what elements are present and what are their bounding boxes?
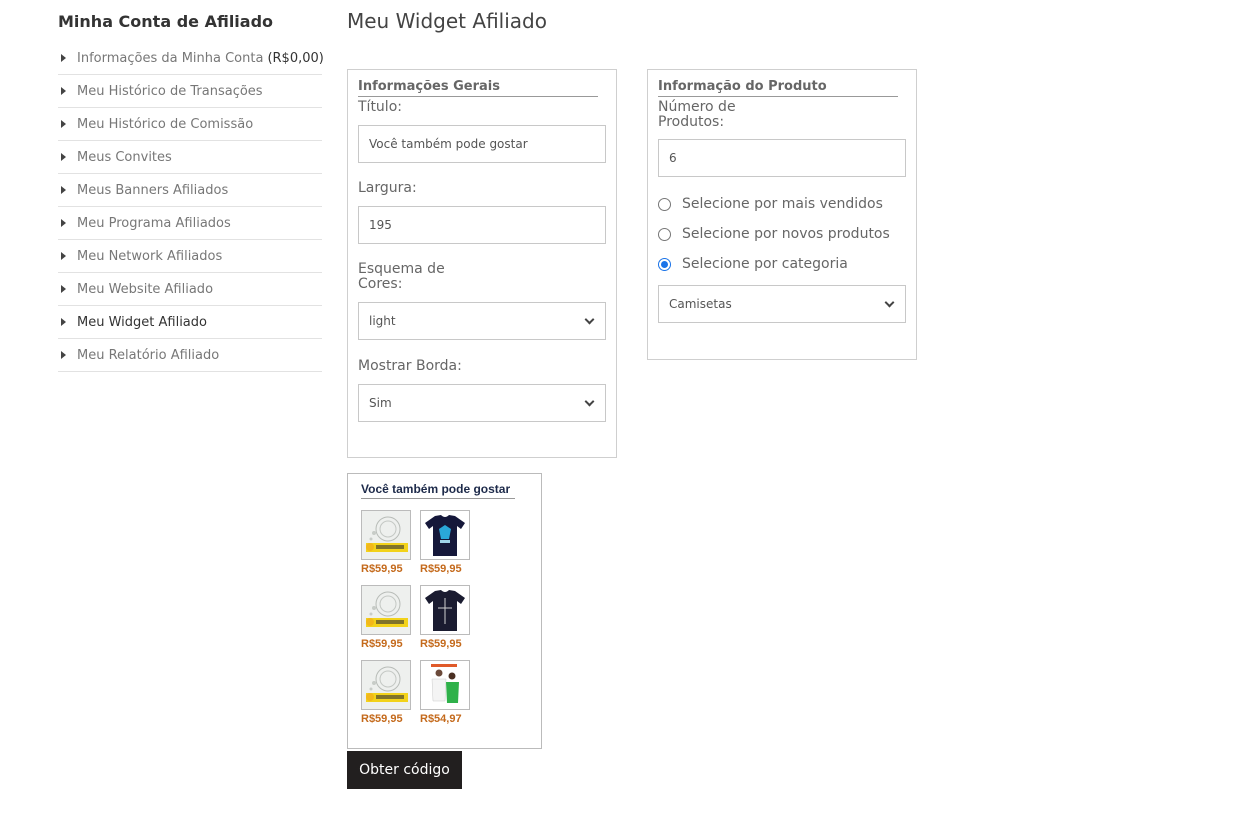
product-price: R$54,97 <box>420 713 462 725</box>
chevron-down-icon <box>584 314 595 324</box>
sidebar-item-account-info[interactable]: Informações da Minha Conta (R$0,00) <box>58 42 324 75</box>
radio-button[interactable] <box>658 257 671 271</box>
widget-preview: Você também pode gostar R$59,95 R$59,95 … <box>347 473 542 749</box>
account-balance: (R$0,00) <box>267 50 324 66</box>
radio-label: Selecione por categoria <box>682 256 848 272</box>
caret-right-icon <box>61 54 66 62</box>
width-input[interactable] <box>358 206 606 244</box>
widget-title: Você também pode gostar <box>361 482 515 499</box>
caret-right-icon <box>61 219 66 227</box>
product-count-label-line2: Produtos: <box>658 114 725 130</box>
product-count-label-line1: Número de <box>658 99 736 115</box>
radio-new-products[interactable]: Selecione por novos produtos <box>658 219 906 249</box>
caret-right-icon <box>61 351 66 359</box>
radio-best-sellers[interactable]: Selecione por mais vendidos <box>658 189 906 219</box>
affiliate-sidebar: Minha Conta de Afiliado Informações da M… <box>58 10 324 372</box>
sidebar-item-label: Meu Histórico de Comissão <box>77 116 254 132</box>
title-input[interactable] <box>358 125 606 163</box>
category-value: Camisetas <box>669 297 732 311</box>
widget-product[interactable]: R$54,97 <box>420 660 479 726</box>
placeholder-image[interactable] <box>361 660 411 710</box>
show-border-label: Mostrar Borda: <box>358 358 462 374</box>
general-info-legend: Informações Gerais <box>358 79 598 97</box>
sidebar-item-widget[interactable]: Meu Widget Afiliado <box>58 306 322 339</box>
sidebar-item-label: Meus Convites <box>77 149 172 165</box>
caret-right-icon <box>61 186 66 194</box>
sidebar-item-transactions[interactable]: Meu Histórico de Transações <box>58 75 322 108</box>
sidebar-item-label: Meu Network Afiliados <box>77 248 223 264</box>
placeholder-image[interactable] <box>361 585 411 635</box>
chevron-down-icon <box>584 396 595 406</box>
show-border-select[interactable]: Sim <box>358 384 606 422</box>
sidebar-item-label: Meu Relatório Afiliado <box>77 347 220 363</box>
product-count-input[interactable] <box>658 139 906 177</box>
product-price: R$59,95 <box>361 713 403 725</box>
product-price: R$59,95 <box>420 638 462 650</box>
navy-tshirt-image[interactable] <box>420 510 470 560</box>
couple-tshirt-image[interactable] <box>420 660 470 710</box>
product-info-fieldset: Informação do Produto Número de Produtos… <box>647 69 917 360</box>
navy-tshirt-image[interactable] <box>420 585 470 635</box>
widget-product[interactable]: R$59,95 <box>361 660 420 726</box>
sidebar-item-label: Meus Banners Afiliados <box>77 182 229 198</box>
product-price: R$59,95 <box>361 563 403 575</box>
sidebar-item-banners[interactable]: Meus Banners Afiliados <box>58 174 322 207</box>
radio-button[interactable] <box>658 227 671 241</box>
get-code-button[interactable]: Obter código <box>347 751 462 789</box>
sidebar-item-invites[interactable]: Meus Convites <box>58 141 322 174</box>
caret-right-icon <box>61 252 66 260</box>
widget-product[interactable]: R$59,95 <box>361 585 420 651</box>
widget-product[interactable]: R$59,95 <box>361 510 420 576</box>
product-info-legend: Informação do Produto <box>658 79 898 97</box>
radio-label: Selecione por mais vendidos <box>682 196 883 212</box>
sidebar-item-label: Meu Website Afiliado <box>77 281 214 297</box>
caret-right-icon <box>61 318 66 326</box>
widget-product[interactable]: R$59,95 <box>420 510 479 576</box>
product-price: R$59,95 <box>361 638 403 650</box>
caret-right-icon <box>61 153 66 161</box>
sidebar-menu: Informações da Minha Conta (R$0,00) Meu … <box>58 42 324 372</box>
radio-button[interactable] <box>658 197 671 211</box>
color-scheme-label: Esquema de Cores: <box>358 262 606 292</box>
widget-product-grid: R$59,95 R$59,95 R$59,95 R$59,95 R$59,95 … <box>361 510 528 726</box>
placeholder-image[interactable] <box>361 510 411 560</box>
caret-right-icon <box>61 285 66 293</box>
color-scheme-value: light <box>369 314 396 328</box>
caret-right-icon <box>61 87 66 95</box>
title-label: Título: <box>358 99 402 115</box>
sidebar-item-label: Informações da Minha Conta <box>77 50 264 66</box>
radio-label: Selecione por novos produtos <box>682 226 890 242</box>
color-scheme-select[interactable]: light <box>358 302 606 340</box>
sidebar-item-report[interactable]: Meu Relatório Afiliado <box>58 339 322 372</box>
selection-radio-group: Selecione por mais vendidos Selecione po… <box>658 189 906 279</box>
sidebar-item-commission[interactable]: Meu Histórico de Comissão <box>58 108 322 141</box>
caret-right-icon <box>61 120 66 128</box>
sidebar-title: Minha Conta de Afiliado <box>58 12 274 31</box>
color-scheme-label-line1: Esquema de <box>358 261 445 277</box>
sidebar-item-label: Meu Histórico de Transações <box>77 83 263 99</box>
color-scheme-label-line2: Cores: <box>358 276 403 292</box>
sidebar-item-label: Meu Widget Afiliado <box>77 314 207 330</box>
product-count-label: Número de Produtos: <box>658 100 906 130</box>
sidebar-item-network[interactable]: Meu Network Afiliados <box>58 240 322 273</box>
chevron-down-icon <box>884 297 895 307</box>
product-price: R$59,95 <box>420 563 462 575</box>
sidebar-item-program[interactable]: Meu Programa Afiliados <box>58 207 322 240</box>
width-label: Largura: <box>358 180 417 196</box>
page-title: Meu Widget Afiliado <box>347 9 547 33</box>
widget-product[interactable]: R$59,95 <box>420 585 479 651</box>
general-info-fieldset: Informações Gerais Título: Largura: Esqu… <box>347 69 617 458</box>
radio-by-category[interactable]: Selecione por categoria <box>658 249 906 279</box>
show-border-value: Sim <box>369 396 392 410</box>
sidebar-item-label: Meu Programa Afiliados <box>77 215 231 231</box>
sidebar-item-website[interactable]: Meu Website Afiliado <box>58 273 322 306</box>
category-select[interactable]: Camisetas <box>658 285 906 323</box>
